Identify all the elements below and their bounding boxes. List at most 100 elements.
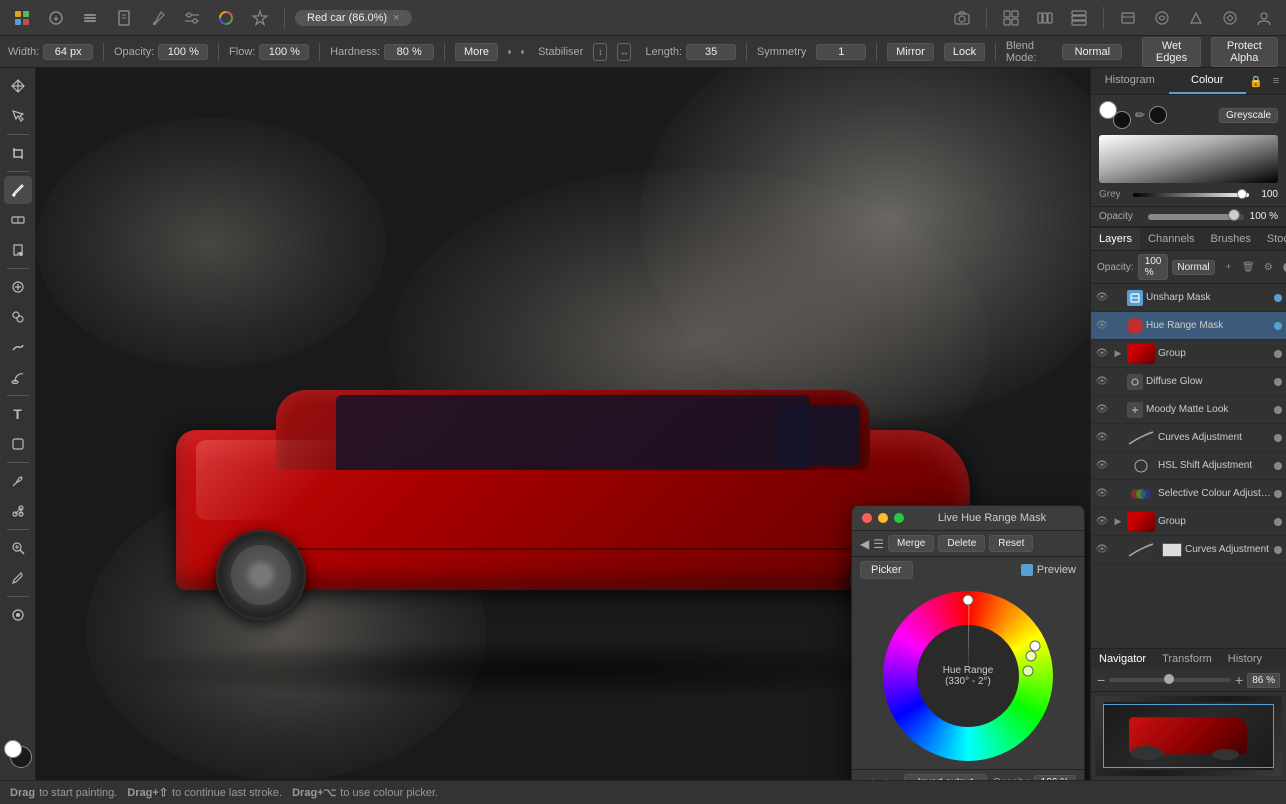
app-icon-brush[interactable] — [144, 4, 172, 32]
document-tab-close[interactable]: × — [393, 12, 399, 24]
layer-vis-icon-9[interactable]: 👁 — [1095, 516, 1109, 527]
view-columns-icon[interactable] — [1031, 4, 1059, 32]
dialog-minimize-button[interactable] — [878, 513, 888, 523]
layer-vis-icon-4[interactable]: 👁 — [1095, 376, 1109, 387]
navigator-tab[interactable]: Navigator — [1091, 649, 1154, 669]
hue-wheel-container[interactable]: Hue Range (330° - 2°) — [852, 583, 1084, 769]
fg-color-btn[interactable] — [1099, 101, 1117, 119]
foreground-color-swatch[interactable] — [4, 740, 22, 758]
pen-tool-btn[interactable] — [4, 467, 32, 495]
hue-wheel[interactable]: Hue Range (330° - 2°) — [883, 591, 1053, 761]
camera-icon[interactable] — [948, 4, 976, 32]
layer-expand-icon-9[interactable]: ▶ — [1112, 516, 1124, 527]
hue-opacity-value[interactable]: 100 % — [1034, 775, 1076, 780]
app-icon-grid[interactable] — [8, 4, 36, 32]
view-rows-icon[interactable] — [1065, 4, 1093, 32]
app-icon-star[interactable]: ✦ — [42, 4, 70, 32]
hue-tool-prev-icon[interactable]: ◀ — [860, 537, 869, 551]
layer-vis-icon-6[interactable]: 👁 — [1095, 432, 1109, 443]
layers-tab[interactable]: Layers — [1091, 228, 1140, 250]
stabiliser-icon2[interactable]: ↔ — [617, 43, 631, 61]
layers-mask-icon[interactable]: ⬤ — [1279, 258, 1286, 276]
app-icon-colorwheel[interactable] — [212, 4, 240, 32]
document-tab[interactable]: Red car (86.0%) × — [295, 10, 412, 26]
clone-tool-btn[interactable] — [4, 303, 32, 331]
brush-tool-btn[interactable] — [4, 176, 32, 204]
layer-item-moody-matte[interactable]: 👁 Moody Matte Look — [1091, 396, 1286, 424]
opacity-value[interactable]: 100 % — [158, 44, 208, 60]
panel-menu-icon[interactable]: ≡ — [1266, 68, 1286, 94]
layer-item-curves-1[interactable]: 👁 Curves Adjustment — [1091, 424, 1286, 452]
invert-output-button[interactable]: Invert output — [904, 774, 987, 780]
layers-settings-icon[interactable]: ⚙ — [1259, 258, 1277, 276]
preview-checkbox[interactable]: Preview — [1021, 564, 1076, 576]
selection-tool-btn[interactable] — [4, 102, 32, 130]
dialog-close-button[interactable] — [862, 513, 872, 523]
layer-vis-icon[interactable]: 👁 — [1095, 292, 1109, 303]
panel-lock-icon[interactable]: 🔒 — [1246, 68, 1266, 94]
flow-value[interactable]: 100 % — [259, 44, 309, 60]
user-icon[interactable] — [1250, 4, 1278, 32]
stabiliser-icon1[interactable]: ↕ — [593, 43, 607, 61]
dodge-tool-btn[interactable] — [4, 363, 32, 391]
layer-item-curves-2[interactable]: 👁 Curves Adjustment — [1091, 536, 1286, 564]
layer-expand-icon-3[interactable]: ▶ — [1112, 348, 1124, 359]
layers-blend-mode-select[interactable]: Normal — [1172, 260, 1215, 275]
blend-mode-value[interactable]: Normal — [1062, 44, 1122, 60]
history-tab[interactable]: History — [1220, 649, 1270, 669]
persona-1-icon[interactable] — [1114, 4, 1142, 32]
hue-tool-menu-icon[interactable]: ☰ — [873, 537, 884, 551]
layer-item-hsl[interactable]: 👁 HSL Shift Adjustment — [1091, 452, 1286, 480]
layer-vis-icon-3[interactable]: 👁 — [1095, 348, 1109, 359]
layer-vis-icon-8[interactable]: 👁 — [1095, 488, 1109, 499]
zoom-slider[interactable] — [1109, 678, 1231, 682]
zoom-in-btn[interactable]: + — [1235, 672, 1243, 688]
persona-4-icon[interactable] — [1216, 4, 1244, 32]
layer-vis-icon-10[interactable]: 👁 — [1095, 544, 1109, 555]
width-value[interactable]: 64 px — [43, 44, 93, 60]
healing-tool-btn[interactable] — [4, 273, 32, 301]
navigator-preview[interactable] — [1095, 696, 1282, 776]
smudge-tool-btn[interactable] — [4, 333, 32, 361]
color-preview-swatch[interactable] — [1099, 135, 1278, 183]
add-layer-icon[interactable]: + — [1219, 258, 1237, 276]
brushes-tab[interactable]: Brushes — [1203, 228, 1259, 250]
output-prev-icon[interactable]: ◀ — [860, 775, 876, 781]
greyscale-mode-btn[interactable]: Greyscale — [1219, 108, 1278, 123]
dialog-maximize-button[interactable] — [894, 513, 904, 523]
layer-item-group-1[interactable]: 👁 ▶ Group — [1091, 340, 1286, 368]
mirror-button[interactable]: Mirror — [887, 43, 934, 61]
app-icon-effects[interactable] — [246, 4, 274, 32]
channels-tab[interactable]: Channels — [1140, 228, 1202, 250]
stock-tab[interactable]: Stock — [1259, 228, 1286, 250]
layer-vis-icon-2[interactable]: 👁 — [1095, 320, 1109, 331]
eyedropper-tool-btn[interactable] — [4, 564, 32, 592]
erase-tool-btn[interactable] — [4, 206, 32, 234]
colour-tab[interactable]: Colour — [1169, 68, 1247, 94]
app-icon-document[interactable] — [110, 4, 138, 32]
shape-tool-btn[interactable] — [4, 430, 32, 458]
layer-item-hue-range-mask[interactable]: 👁 Hue Range Mask — [1091, 312, 1286, 340]
delete-layer-icon[interactable]: 🗑 — [1239, 258, 1257, 276]
length-value[interactable]: 35 — [686, 44, 736, 60]
zoom-value[interactable]: 86 % — [1247, 673, 1280, 688]
layers-opacity-value[interactable]: 100 % — [1138, 254, 1169, 280]
opacity-slider[interactable] — [1148, 214, 1244, 220]
macro-tool-btn[interactable] — [4, 601, 32, 629]
wet-edges-button[interactable]: Wet Edges — [1142, 37, 1200, 67]
layer-vis-icon-7[interactable]: 👁 — [1095, 460, 1109, 471]
color-none-btn[interactable] — [1149, 106, 1167, 124]
output-next-icon[interactable]: ▶ — [882, 775, 898, 781]
layer-item-unsharp-mask[interactable]: 👁 Unsharp Mask — [1091, 284, 1286, 312]
persona-2-icon[interactable] — [1148, 4, 1176, 32]
layer-item-selective[interactable]: 👁 Selective Colour Adjustment — [1091, 480, 1286, 508]
fill-tool-btn[interactable] — [4, 236, 32, 264]
move-tool-btn[interactable] — [4, 72, 32, 100]
histogram-tab[interactable]: Histogram — [1091, 68, 1169, 94]
zoom-out-btn[interactable]: − — [1097, 672, 1105, 688]
view-grid-icon[interactable] — [997, 4, 1025, 32]
picker-button[interactable]: Picker — [860, 561, 913, 579]
symmetry-value[interactable]: 1 — [816, 44, 866, 60]
more-button[interactable]: More — [455, 43, 498, 61]
crop-tool-btn[interactable] — [4, 139, 32, 167]
